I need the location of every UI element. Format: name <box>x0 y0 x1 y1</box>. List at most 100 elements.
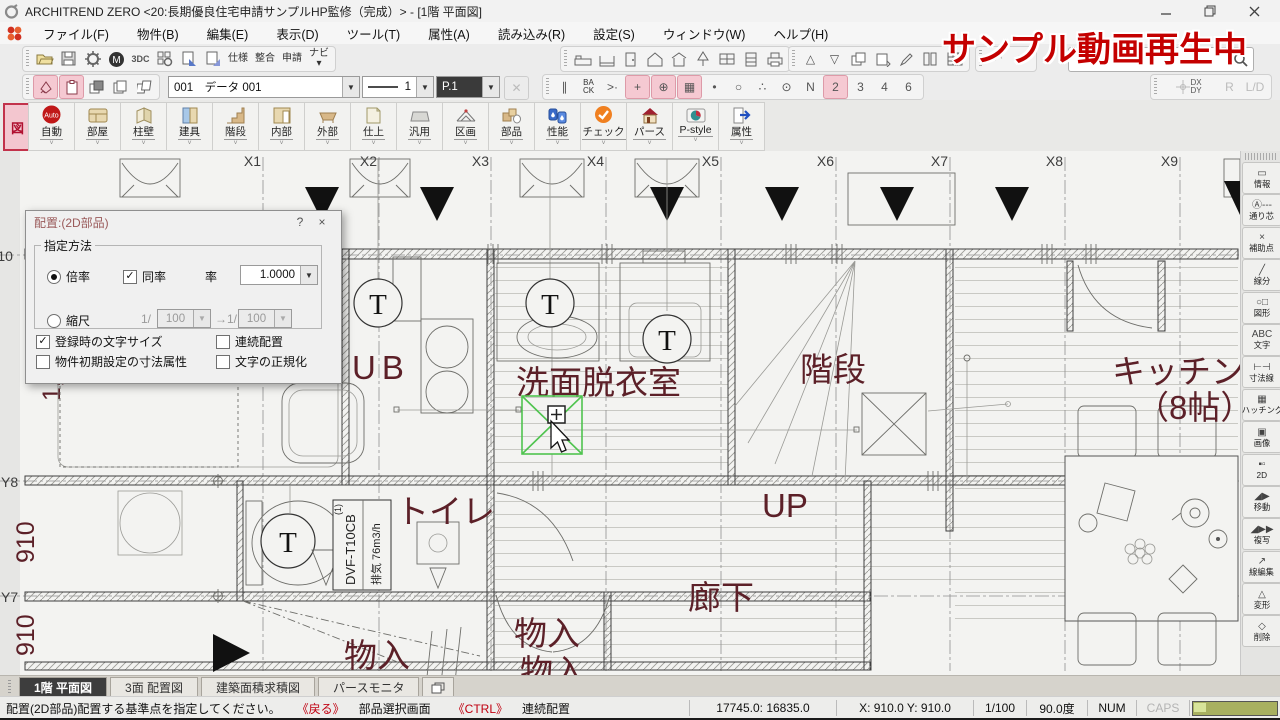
ribbon-general[interactable]: 汎用˅ <box>396 102 443 151</box>
dialog-title-bar[interactable]: 配置:(2D部品) ? × <box>26 211 341 233</box>
triangle-up-icon[interactable]: △ <box>799 48 822 70</box>
paste-figure-icon[interactable] <box>871 48 894 70</box>
page-copy-icon[interactable] <box>109 76 132 98</box>
application-button[interactable]: 申請 <box>279 54 305 64</box>
settings-gear-icon[interactable] <box>81 48 104 70</box>
snap-end-icon[interactable]: ⊕ <box>651 75 676 99</box>
ribbon-fittings[interactable]: 建具˅ <box>166 102 213 151</box>
save-icon[interactable] <box>57 48 80 70</box>
snap-mid-icon[interactable]: ○ <box>727 76 750 98</box>
menu-tools[interactable]: ツール(T) <box>333 22 414 44</box>
tab-building-area[interactable]: 建築面積求積図 <box>201 677 315 697</box>
master-icon[interactable]: M <box>105 48 128 70</box>
redirect-icon[interactable]: >· <box>601 76 624 98</box>
minimize-button[interactable] <box>1144 0 1188 22</box>
3d-catalog-icon[interactable]: 3DC <box>129 48 152 70</box>
ribbon-performance[interactable]: 性能˅ <box>534 102 581 151</box>
menu-property[interactable]: 物件(B) <box>123 22 193 44</box>
ribbon-attribute[interactable]: 属性˅ <box>718 102 765 151</box>
dialog-help-button[interactable]: ? <box>289 215 311 229</box>
restore-button[interactable] <box>1188 0 1232 22</box>
clipboard-icon[interactable] <box>59 75 84 99</box>
sidebar-item-aux-point[interactable]: ×補助点 <box>1242 227 1280 259</box>
text-size-checkbox[interactable]: ✓登録時の文字サイズ <box>36 333 163 350</box>
ribbon-room[interactable]: 部屋˅ <box>74 102 121 151</box>
copy-figure-icon[interactable] <box>847 48 870 70</box>
divide-2-button[interactable]: 2 <box>823 75 848 99</box>
ribbon-perspective[interactable]: パース˅ <box>626 102 673 151</box>
sidebar-item-copy[interactable]: ◢▶▶複写 <box>1242 518 1280 550</box>
divide-6-button[interactable]: 6 <box>897 76 920 98</box>
layer-compose-icon[interactable] <box>85 76 108 98</box>
magnification-radio[interactable]: 倍率 <box>47 268 90 285</box>
pen-icon[interactable] <box>895 48 918 70</box>
house-icon[interactable] <box>643 48 666 70</box>
snap-n-icon[interactable]: N <box>799 76 822 98</box>
sofa-icon[interactable] <box>595 48 618 70</box>
close-button[interactable] <box>1232 0 1276 22</box>
doc-export-icon[interactable] <box>177 48 200 70</box>
grid-settings-icon[interactable] <box>153 48 176 70</box>
menu-help[interactable]: ヘルプ(H) <box>759 22 842 44</box>
bed-icon[interactable] <box>571 48 594 70</box>
spec-button[interactable]: 仕様 <box>225 54 251 64</box>
open-folder-icon[interactable] <box>33 48 56 70</box>
ribbon-parts[interactable]: 部品˅ <box>488 102 535 151</box>
door-icon[interactable] <box>619 48 642 70</box>
ribbon-pstyle[interactable]: P-style˅ <box>672 102 719 151</box>
sidebar-item-move[interactable]: ◢▶移動 <box>1242 486 1280 518</box>
rate-combo[interactable]: 1.0000▼ <box>240 265 318 285</box>
dxdy-button[interactable]: DXDY <box>1161 76 1217 98</box>
snap-center-icon[interactable]: ⊙ <box>775 76 798 98</box>
menu-file[interactable]: ファイル(F) <box>29 22 123 44</box>
tab-site-plan[interactable]: 3面 配置図 <box>110 677 198 697</box>
ribbon-exterior[interactable]: 外部˅ <box>304 102 351 151</box>
sidebar-item-2d[interactable]: ▪▫2D <box>1242 454 1280 486</box>
sidebar-item-dimension[interactable]: ⊢⊣寸法線 <box>1242 356 1280 388</box>
layer-combo[interactable]: 001 データ 001▼ <box>168 76 360 98</box>
continuous-checkbox[interactable]: 連続配置 <box>216 333 283 350</box>
window-icon[interactable] <box>715 48 738 70</box>
paint-icon[interactable] <box>33 75 58 99</box>
printer-icon[interactable] <box>763 48 786 70</box>
scale-radio[interactable]: 縮尺 <box>47 312 90 329</box>
ribbon-zone[interactable]: 区画˅ <box>442 102 489 151</box>
triangle-down-icon[interactable]: ▽ <box>823 48 846 70</box>
dialog-close-button[interactable]: × <box>311 215 333 229</box>
chevron-down-icon[interactable]: ▼ <box>482 77 499 97</box>
pen-combo[interactable]: P.1▼ <box>436 76 500 98</box>
sidebar-item-info[interactable]: ▭情報 <box>1242 162 1280 194</box>
ribbon-pillar-wall[interactable]: 柱壁˅ <box>120 102 167 151</box>
sidebar-item-grid-axis[interactable]: Ⓐ---通り芯 <box>1242 194 1280 226</box>
divide-3-button[interactable]: 3 <box>849 76 872 98</box>
sidebar-item-shape[interactable]: ○□図形 <box>1242 292 1280 324</box>
ribbon-auto[interactable]: Auto 自動˅ <box>28 102 75 151</box>
snap-division-icon[interactable]: ∴ <box>751 76 774 98</box>
building-icon[interactable] <box>667 48 690 70</box>
tab-perspective-monitor[interactable]: パースモニタ <box>318 677 419 697</box>
page-swap-icon[interactable] <box>133 76 156 98</box>
dim-attr-checkbox[interactable]: 物件初期設定の寸法属性 <box>36 353 187 370</box>
doc-import-icon[interactable] <box>201 48 224 70</box>
chevron-down-icon[interactable]: ▼ <box>416 77 433 97</box>
navi-button[interactable]: ナビ▾ <box>306 49 332 69</box>
divide-4-button[interactable]: 4 <box>873 76 896 98</box>
menu-attribute[interactable]: 属性(A) <box>414 22 484 44</box>
ribbon-interior[interactable]: 内部˅ <box>258 102 305 151</box>
columns-icon[interactable] <box>919 48 942 70</box>
sidebar-item-text[interactable]: ABC文字 <box>1242 324 1280 356</box>
line-style-combo[interactable]: 1▼ <box>362 76 434 98</box>
tab-new-window[interactable] <box>422 677 454 697</box>
sidebar-item-line[interactable]: ╱線分 <box>1242 259 1280 291</box>
sidebar-item-line-edit[interactable]: ↗線編集 <box>1242 551 1280 583</box>
chevron-down-icon[interactable]: ▼ <box>342 77 359 97</box>
tab-floor1-plan[interactable]: 1階 平面図 <box>19 677 107 697</box>
menu-settings[interactable]: 設定(S) <box>579 22 649 44</box>
sidebar-item-hatching[interactable]: ▦ハッチング <box>1242 389 1280 421</box>
back-icon[interactable]: BACK <box>577 76 600 98</box>
menu-import[interactable]: 読み込み(R) <box>484 22 579 44</box>
sidebar-item-image[interactable]: ▣画像 <box>1242 421 1280 453</box>
menu-edit[interactable]: 編集(E) <box>193 22 263 44</box>
snap-grid-icon[interactable]: ▦ <box>677 75 702 99</box>
parallel-snap-icon[interactable]: ∥ <box>553 76 576 98</box>
